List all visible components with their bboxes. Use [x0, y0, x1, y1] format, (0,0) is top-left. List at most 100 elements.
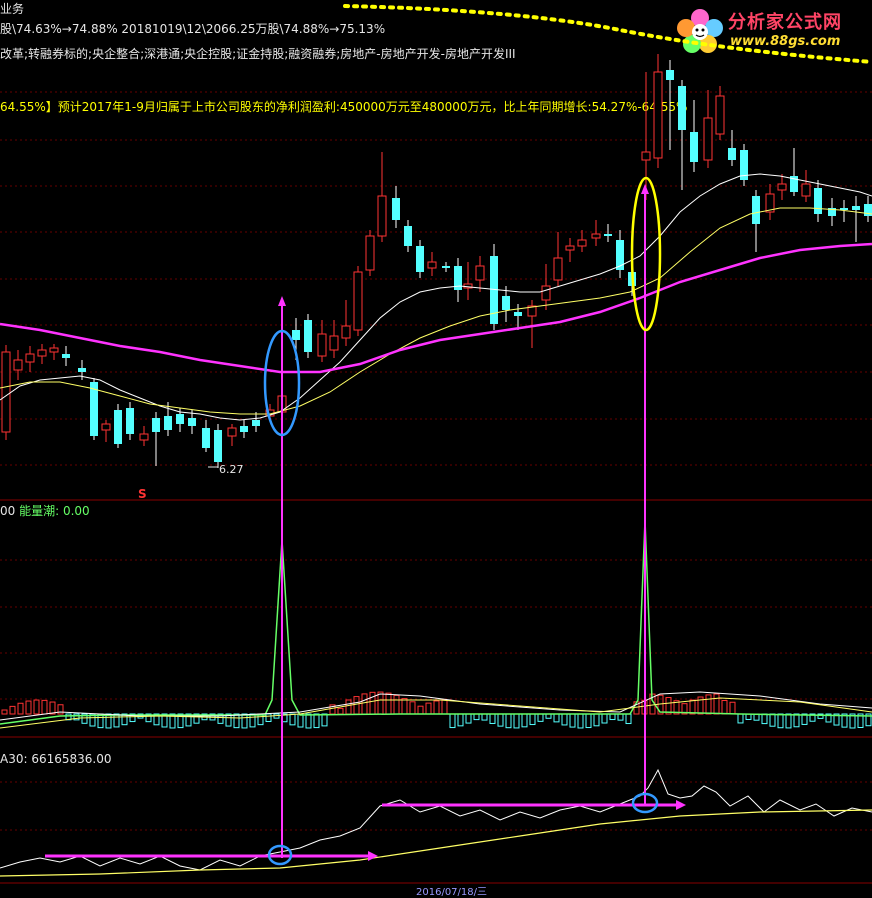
- volume-bar: [385, 692, 392, 715]
- volume-bar: [689, 699, 696, 715]
- candle-body: [565, 245, 575, 251]
- candle-body: [577, 239, 587, 247]
- volume-bar: [297, 713, 304, 728]
- candle-body: [514, 312, 522, 316]
- volume-bar: [577, 713, 584, 729]
- candle-body: [703, 117, 713, 161]
- volume-bar: [593, 713, 600, 727]
- candle-body: [202, 428, 210, 448]
- candle-body: [541, 285, 551, 301]
- candle-body: [114, 410, 122, 444]
- volume-spike-line: [0, 519, 872, 725]
- candle-body: [49, 347, 59, 353]
- volume-bar: [265, 713, 272, 722]
- volume-bar: [393, 694, 400, 715]
- volume-bar: [1, 709, 8, 715]
- volume-bar: [41, 699, 48, 715]
- candlestick-series: [1, 54, 872, 468]
- ma-yellow-line: [0, 207, 872, 415]
- volume-bar: [345, 699, 352, 715]
- volume-bar: [449, 713, 456, 729]
- volume-bar: [425, 702, 432, 715]
- candle-body: [1, 351, 11, 433]
- annotation-arrowhead-1: [278, 296, 286, 306]
- volume-bar: [521, 713, 528, 728]
- candle-body: [188, 418, 196, 426]
- candle-body: [752, 196, 760, 224]
- volume-bar: [465, 713, 472, 724]
- candle-body: [227, 427, 237, 437]
- volume-bar: [9, 705, 16, 715]
- annotation-arrowhead-2: [641, 184, 649, 194]
- candle-body: [304, 320, 312, 352]
- volume-bar: [401, 698, 408, 715]
- candle-body: [728, 148, 736, 160]
- candle-body: [801, 183, 811, 197]
- candle-body: [317, 333, 327, 357]
- candle-body: [365, 235, 375, 271]
- volume-bar: [489, 713, 496, 724]
- volume-bar: [441, 699, 448, 715]
- volume-value-prefix: 00: [0, 504, 16, 518]
- candle-body: [353, 271, 363, 331]
- volume-bar: [777, 713, 784, 729]
- volume-bar: [705, 694, 712, 715]
- annotation-harrow-2: [676, 800, 686, 810]
- candle-body: [641, 151, 651, 161]
- volume-ma-white: [0, 691, 872, 721]
- candle-body: [329, 335, 339, 351]
- candle-body: [292, 330, 300, 340]
- volume-bar: [713, 693, 720, 715]
- candle-body: [553, 257, 563, 281]
- candle-body: [690, 132, 698, 162]
- candle-body: [475, 265, 485, 281]
- candle-body: [666, 70, 674, 80]
- volume-bar: [761, 713, 768, 725]
- candle-body: [404, 226, 412, 246]
- candle-body: [176, 414, 184, 424]
- candle-body: [377, 195, 387, 237]
- candle-body: [139, 433, 149, 441]
- candle-body: [653, 71, 663, 159]
- candle-body: [715, 95, 725, 135]
- ma30-yellow-line: [0, 809, 872, 877]
- ma-white-line: [0, 173, 872, 421]
- volume-bar: [793, 713, 800, 728]
- volume-bar: [625, 713, 632, 725]
- candle-body: [777, 183, 787, 191]
- candle-body: [678, 86, 686, 130]
- volume-bar: [769, 713, 776, 727]
- candle-body: [604, 234, 612, 236]
- volume-bar: [361, 693, 368, 715]
- volume-bar: [729, 701, 736, 715]
- volume-bar: [337, 707, 344, 715]
- candle-body: [126, 408, 134, 434]
- candle-body: [164, 416, 172, 430]
- volume-bar: [497, 713, 504, 727]
- volume-bar: [609, 713, 616, 721]
- volume-bar: [49, 701, 56, 715]
- candle-body: [152, 418, 160, 432]
- annotation-harrow-1: [368, 851, 378, 861]
- volume-bar: [601, 713, 608, 724]
- candle-body: [392, 198, 400, 220]
- volume-bar: [409, 701, 416, 715]
- volume-bar: [113, 713, 120, 728]
- volume-bar-series: [1, 691, 872, 729]
- volume-bar: [529, 713, 536, 726]
- volume-bar: [785, 713, 792, 729]
- candle-body: [427, 261, 437, 269]
- candle-body: [852, 206, 860, 210]
- volume-bar: [457, 713, 464, 727]
- candle-body: [252, 420, 260, 426]
- volume-bar: [473, 713, 480, 721]
- stock-chart: [0, 4, 872, 884]
- candle-body: [814, 188, 822, 214]
- volume-bar: [553, 713, 560, 723]
- volume-bar: [33, 699, 40, 715]
- candle-body: [37, 349, 47, 357]
- volume-bar: [537, 713, 544, 722]
- candle-body: [416, 246, 424, 272]
- candle-body: [101, 423, 111, 431]
- volume-bar: [513, 713, 520, 729]
